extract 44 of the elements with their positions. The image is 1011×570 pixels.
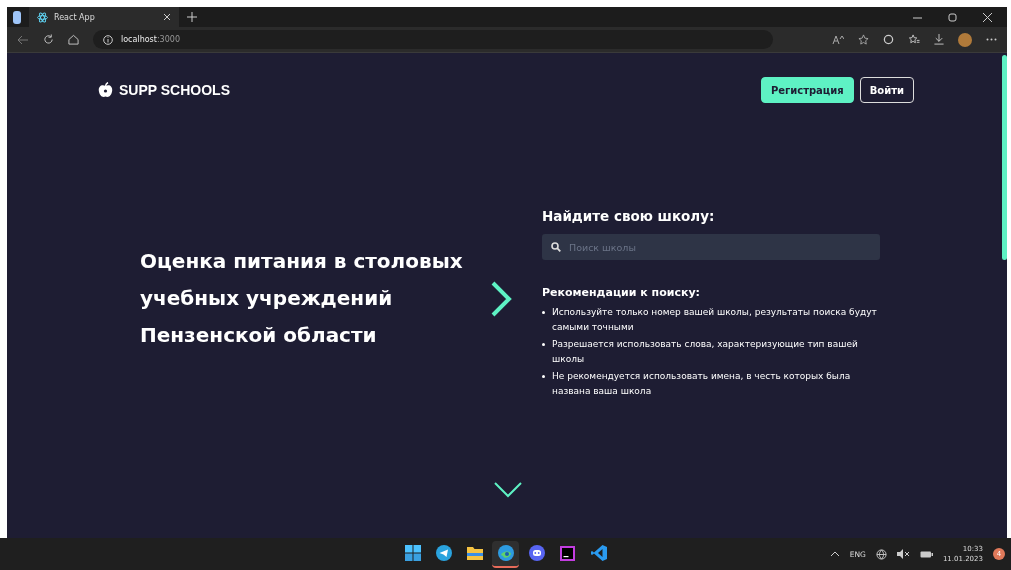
globe-icon[interactable] — [875, 548, 887, 560]
restore-icon[interactable] — [948, 12, 957, 22]
search-title: Найдите свою школу: — [542, 208, 716, 224]
browser-tab[interactable]: React App — [29, 7, 179, 27]
reload-icon[interactable] — [43, 34, 54, 45]
bullet-icon — [542, 375, 545, 378]
recommendation-text: Используйте только номер вашей школы, результаты поиска будут самыми точными — [552, 306, 878, 334]
recommendation-text: Разрешается использовать слова, характеризующие тип вашей школы — [552, 338, 859, 366]
extensions-icon[interactable] — [883, 34, 894, 45]
chevron-right-icon — [490, 280, 512, 317]
back-icon[interactable] — [17, 34, 29, 45]
chevron-down-icon — [494, 482, 522, 498]
battery-icon[interactable] — [919, 550, 933, 558]
profile-avatar[interactable] — [958, 32, 972, 47]
download-icon[interactable] — [934, 34, 944, 45]
close-icon[interactable] — [163, 13, 171, 21]
tab-actions-icon[interactable] — [13, 10, 21, 24]
chevron-up-icon[interactable] — [829, 551, 840, 557]
search-field[interactable]: Поиск школы — [542, 234, 880, 260]
address-bar[interactable]: localhost:3000 — [93, 30, 773, 49]
tab-title: React App — [54, 12, 96, 22]
url-port: :3000 — [156, 35, 180, 44]
info-icon — [103, 34, 113, 45]
search-icon — [551, 242, 561, 252]
atom-icon — [37, 11, 48, 23]
close-icon[interactable] — [983, 12, 992, 22]
scrollbar[interactable] — [1002, 55, 1007, 260]
bullet-icon — [542, 311, 545, 314]
url-host: localhost — [121, 35, 157, 44]
hero-title: Оценка питания в столовых учебных учреждений Пензенской области — [140, 248, 464, 349]
favorites-icon[interactable] — [908, 34, 920, 45]
read-aloud-icon[interactable] — [832, 34, 844, 45]
login-button[interactable]: Войти — [859, 77, 914, 103]
speaker-muted-icon[interactable] — [896, 549, 910, 559]
bullet-icon — [542, 343, 545, 346]
register-button[interactable]: Регистрация — [760, 77, 854, 103]
more-icon[interactable] — [986, 38, 997, 41]
site-logo[interactable]: SUPP SCHOOLS — [119, 82, 230, 98]
star-icon[interactable] — [858, 34, 869, 45]
plus-icon[interactable] — [187, 12, 197, 22]
apple-icon — [98, 82, 113, 98]
recommendation-text: Не рекомендуется использовать имена, в честь которых была названа ваша школа — [552, 370, 852, 398]
home-icon[interactable] — [68, 34, 79, 45]
recommendations-title: Рекомендации к поиску: — [542, 286, 702, 299]
